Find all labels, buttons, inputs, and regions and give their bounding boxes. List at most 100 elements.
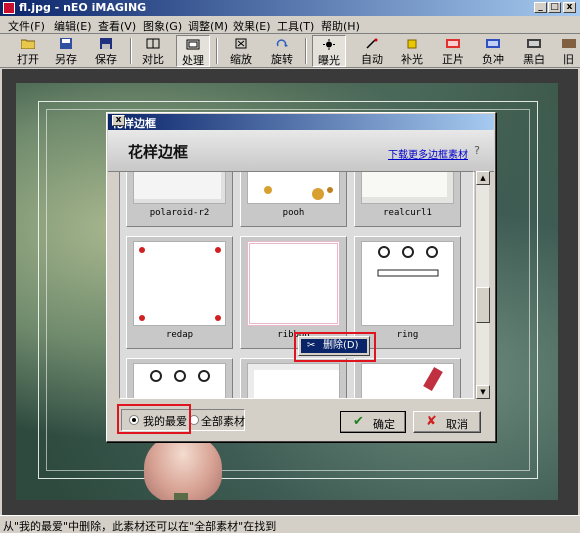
compare-tool-button[interactable]: 对比 [136, 35, 170, 67]
delete-menu-label: 删除(D) [323, 340, 359, 351]
toolbar-separator [305, 38, 307, 64]
dialog-close-button[interactable]: x [112, 115, 125, 126]
download-more-link[interactable]: 下载更多边框素材 [388, 146, 468, 161]
frame-label: redap [165, 330, 194, 340]
context-menu: ✂ 删除(D) [298, 336, 370, 356]
compare-label: 对比 [142, 53, 164, 66]
close-button[interactable]: x [563, 2, 576, 13]
cross-process-label: 负冲 [482, 53, 504, 66]
pooh-decoration-icon [264, 186, 333, 200]
zoom-icon [235, 38, 247, 49]
minimize-button[interactable]: _ [534, 2, 547, 13]
status-text: 从"我的最爱"中删除，此素材还可以在"全部素材"在找到 [3, 520, 277, 533]
status-bar: 从"我的最爱"中删除，此素材还可以在"全部素材"在找到 [0, 515, 580, 533]
process-label: 处理 [182, 54, 204, 67]
exposure-label: 曝光 [318, 54, 340, 67]
menu-effects[interactable]: 效果(E) [233, 18, 271, 34]
process-tool-button[interactable]: 处理 [176, 35, 210, 67]
menu-bar: 文件(F) 编辑(E) 查看(V) 图象(G) 调整(M) 效果(E) 工具(T… [0, 16, 580, 34]
app-icon [3, 2, 15, 14]
fill-light-tool-button[interactable]: 补光 [395, 35, 429, 67]
menu-image[interactable]: 图象(G) [143, 18, 182, 34]
menu-file[interactable]: 文件(F) [8, 18, 45, 34]
frame-item-pooh[interactable]: pooh [240, 172, 347, 227]
thumbnail [133, 363, 226, 398]
light-icon [407, 39, 417, 49]
save-tool-button[interactable]: 保存 [89, 35, 123, 67]
thumbnail [361, 241, 454, 326]
frame-item-polaroid-r2[interactable]: polaroid-r2 [126, 172, 233, 227]
frame-item-row3-1[interactable] [126, 358, 233, 398]
frame-item-row3-2[interactable] [240, 358, 347, 398]
thumbnail [361, 363, 454, 398]
ok-button[interactable]: ✔ 确定 [340, 411, 406, 433]
zoom-tool-button[interactable]: 缩放 [224, 35, 258, 67]
dialog-title-bar: 花样边框 x [108, 114, 494, 130]
bw-icon [527, 39, 541, 48]
compare-icon [146, 38, 160, 49]
frame-label: polaroid-r2 [149, 208, 210, 218]
delete-menu-item[interactable]: ✂ 删除(D) [301, 339, 367, 353]
open-tool-button[interactable]: 打开 [11, 35, 45, 67]
auto-tool-button[interactable]: 自动 [355, 35, 389, 67]
positive-film-icon [446, 39, 460, 48]
frame-item-row3-3[interactable] [354, 358, 461, 398]
radio-all[interactable]: 全部素材 [189, 411, 259, 431]
positive-tool-button[interactable]: 正片 [436, 35, 470, 67]
menu-tools[interactable]: 工具(T) [277, 18, 314, 34]
lipstick-icon [423, 366, 443, 392]
toolbar-separator [130, 38, 132, 64]
thumbnail [247, 241, 340, 326]
radio-all-label: 全部素材 [201, 415, 245, 428]
menu-help[interactable]: 帮助(H) [321, 18, 360, 34]
positive-label: 正片 [442, 53, 464, 66]
scissors-icon: ✂ [307, 340, 316, 351]
rotate-label: 旋转 [271, 53, 293, 66]
wand-icon [366, 38, 378, 49]
frame-grid-scrollbar[interactable]: ▲ ▼ [475, 171, 490, 399]
old-photo-tool-button[interactable]: 旧 [557, 35, 580, 67]
thumbnail [133, 241, 226, 326]
dialog-header: 花样边框 下载更多边框素材 ? [108, 130, 494, 172]
scroll-down-icon[interactable]: ▼ [476, 385, 490, 399]
frame-grid[interactable]: polaroid-r2 pooh realcurl1 redap ribbon [119, 171, 474, 399]
help-icon[interactable]: ? [470, 144, 484, 158]
ring-binder-icon [377, 246, 439, 277]
black-white-label: 黑白 [523, 53, 545, 66]
toolbar-separator [216, 38, 218, 64]
lotus-bud [144, 433, 222, 500]
scroll-up-icon[interactable]: ▲ [476, 171, 490, 185]
menu-edit[interactable]: 编辑(E) [54, 18, 92, 34]
exposure-tool-button[interactable]: 曝光 [312, 35, 346, 67]
zoom-label: 缩放 [230, 53, 252, 66]
toolbar: 打开 另存 保存 对比 处理 缩放 旋转 曝光 自动 补光 正片 负冲 黑白 旧 [0, 35, 580, 68]
folder-icon [21, 39, 35, 49]
cross-process-tool-button[interactable]: 负冲 [476, 35, 510, 67]
auto-label: 自动 [361, 53, 383, 66]
save-as-tool-button[interactable]: 另存 [49, 35, 83, 67]
save-as-label: 另存 [55, 53, 77, 66]
red-pin-icon [139, 247, 221, 321]
menu-view[interactable]: 查看(V) [98, 18, 136, 34]
black-white-tool-button[interactable]: 黑白 [517, 35, 551, 67]
menu-adjust[interactable]: 调整(M) [188, 18, 228, 34]
open-label: 打开 [17, 53, 39, 66]
rotate-tool-button[interactable]: 旋转 [265, 35, 299, 67]
frame-item-redap[interactable]: redap [126, 236, 233, 349]
frame-label: pooh [282, 208, 305, 218]
cancel-button[interactable]: ✘ 取消 [413, 411, 481, 433]
rotate-icon [276, 39, 288, 47]
cross-icon: ✘ [426, 414, 437, 429]
fill-light-label: 补光 [401, 53, 423, 66]
negative-film-icon [486, 39, 500, 48]
thumbnail [361, 172, 454, 204]
window-title: fl.jpg - nEO iMAGING [19, 1, 147, 14]
old-photo-label: 旧 [563, 53, 574, 66]
title-bar: fl.jpg - nEO iMAGING _ □ x [0, 0, 580, 16]
save-as-icon [60, 38, 72, 49]
maximize-button[interactable]: □ [548, 2, 561, 13]
highlight-box-favorites [117, 404, 191, 434]
old-photo-icon [561, 39, 576, 48]
scroll-thumb[interactable] [476, 287, 490, 323]
frame-item-realcurl1[interactable]: realcurl1 [354, 172, 461, 227]
